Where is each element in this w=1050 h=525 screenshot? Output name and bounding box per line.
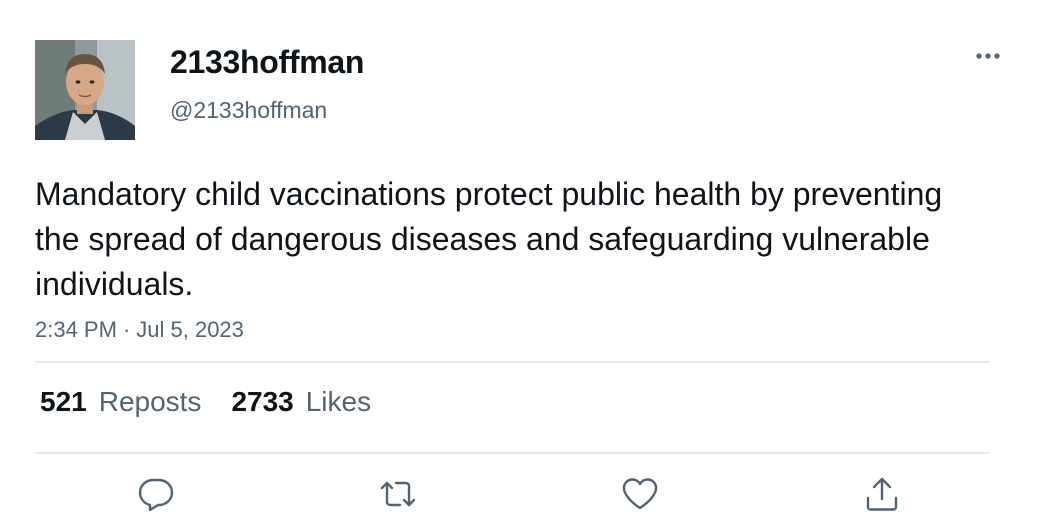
like-button[interactable] [618, 472, 662, 516]
avatar-image [35, 40, 135, 140]
more-horizontal-icon [976, 53, 1000, 59]
user-handle[interactable]: @2133hoffman [170, 95, 327, 125]
tweet-text: Mandatory child vaccinations protect pub… [35, 176, 943, 302]
reposts-stat[interactable]: 521 Reposts [40, 386, 201, 418]
reply-button[interactable] [134, 472, 178, 516]
reposts-label: Reposts [98, 386, 202, 417]
likes-stat[interactable]: 2733 Likes [231, 386, 371, 418]
repost-icon [380, 481, 416, 507]
timestamp-date: Jul 5, 2023 [136, 317, 244, 342]
reposts-count: 521 [40, 386, 87, 417]
more-options-button[interactable] [968, 40, 1008, 72]
timestamp[interactable]: 2:34 PM · Jul 5, 2023 [35, 315, 244, 345]
repost-button[interactable] [376, 472, 420, 516]
share-button[interactable] [860, 472, 904, 516]
divider [35, 452, 990, 454]
share-icon [866, 477, 898, 511]
engagement-stats: 521 Reposts 2733 Likes [40, 386, 401, 422]
divider [35, 361, 990, 363]
timestamp-separator: · [122, 317, 131, 342]
display-name[interactable]: 2133hoffman [170, 42, 364, 82]
tweet-card: 2133hoffman @2133hoffman Mandatory child… [0, 0, 1050, 525]
heart-icon [622, 478, 658, 510]
likes-label: Likes [305, 386, 372, 417]
likes-count: 2733 [231, 386, 294, 417]
reply-icon [138, 478, 174, 512]
avatar[interactable] [35, 40, 135, 140]
timestamp-time: 2:34 PM [35, 317, 117, 342]
